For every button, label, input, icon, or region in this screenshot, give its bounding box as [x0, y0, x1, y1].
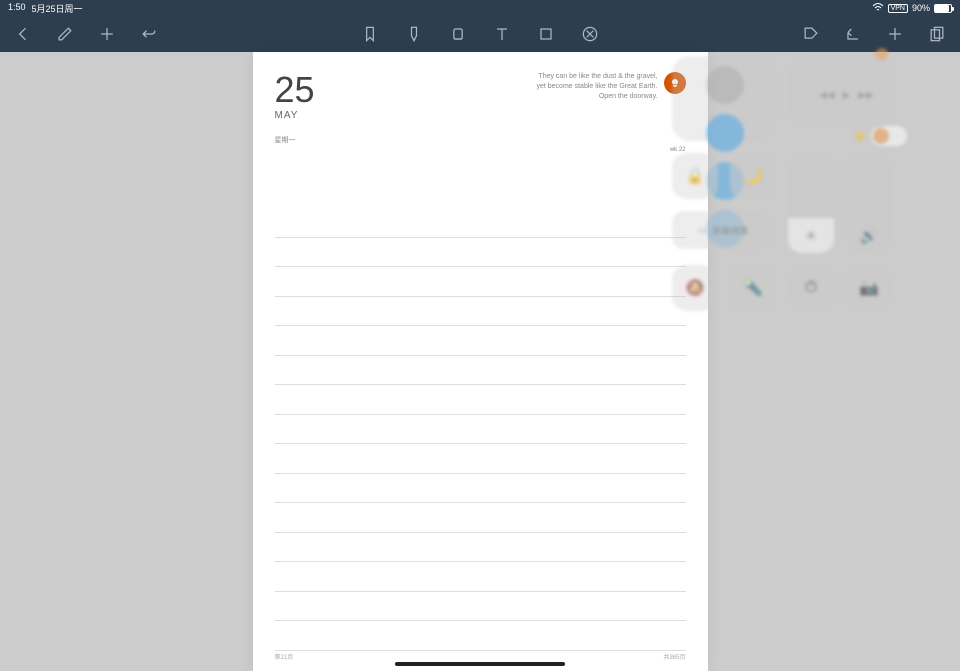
screen-mirror-button[interactable]: ▭ 屏幕镜像	[672, 211, 774, 249]
quote-line3: Open the doorway.	[536, 92, 657, 102]
date-block: 25 MAY 星期一	[275, 72, 315, 145]
media-tile[interactable]: ◀◀ ▶ ▶▶	[789, 56, 894, 128]
status-bar: 1:50 5月25日周一 VPN 90%	[0, 0, 960, 16]
date-day: 25	[275, 72, 315, 108]
plus-icon[interactable]	[884, 23, 906, 45]
lock-icon: 🔒	[685, 166, 705, 186]
more-icon[interactable]	[579, 23, 601, 45]
shape-icon[interactable]	[535, 23, 557, 45]
flashlight-icon: 🔦	[743, 278, 763, 298]
wifi-icon	[872, 2, 884, 15]
mirror-label: 屏幕镜像	[712, 224, 748, 237]
home-indicator[interactable]	[395, 662, 565, 666]
note-page[interactable]: 25 MAY 星期一 They can be like the dust & t…	[253, 52, 708, 671]
eraser-icon[interactable]	[447, 23, 469, 45]
ruled-lines[interactable]	[275, 208, 686, 651]
vpn-badge: VPN	[888, 4, 908, 13]
volume-icon: 🔊	[860, 227, 879, 245]
camera-button[interactable]: 📷	[846, 265, 892, 311]
next-track-icon[interactable]: ▶▶	[858, 90, 873, 101]
flashlight-toggle[interactable]: 🔦	[730, 265, 776, 311]
volume-slider[interactable]: 🔊	[846, 153, 892, 253]
appearance-toggle[interactable]	[871, 126, 907, 146]
footer-right: 共365页	[663, 652, 685, 661]
cellular-toggle[interactable]	[706, 114, 744, 152]
status-time: 1:50	[8, 2, 26, 15]
page-footer: 第21页 共365页	[275, 652, 686, 661]
battery-percent: 90%	[912, 3, 930, 13]
undo-icon[interactable]	[138, 23, 160, 45]
battery-icon	[934, 4, 952, 13]
toolbar	[0, 16, 960, 52]
camera-icon: 📷	[859, 278, 879, 298]
timer-icon: ⏱	[805, 279, 817, 297]
play-icon[interactable]: ▶	[843, 90, 851, 101]
pen-icon[interactable]	[54, 23, 76, 45]
highlighter-icon[interactable]	[403, 23, 425, 45]
quote-block: They can be like the dust & the gravel, …	[536, 72, 685, 101]
rotate-icon[interactable]	[842, 23, 864, 45]
quote-line2: yet become stable like the Great Earth.	[536, 82, 657, 92]
connectivity-tile[interactable]	[672, 56, 777, 141]
add-icon[interactable]	[96, 23, 118, 45]
quote-line1: They can be like the dust & the gravel,	[536, 72, 657, 82]
mirror-icon: ▭	[698, 225, 707, 236]
sun-emoji-icon: ☀️	[853, 130, 867, 143]
tag-icon[interactable]	[800, 23, 822, 45]
bookmark-icon[interactable]	[359, 23, 381, 45]
status-date: 5月25日周一	[32, 2, 83, 15]
text-icon[interactable]	[491, 23, 513, 45]
mute-toggle[interactable]: 🔕	[672, 265, 718, 311]
bell-icon: 🔕	[685, 278, 705, 298]
moon-icon: 🌙	[743, 166, 763, 186]
brightness-icon: ☀	[804, 227, 817, 245]
footer-left: 第21页	[275, 652, 294, 661]
back-icon[interactable]	[12, 23, 34, 45]
do-not-disturb-toggle[interactable]: 🌙	[730, 153, 776, 199]
control-center[interactable]: ☀️ ◀◀ ▶ ▶▶ 🔒 🌙	[672, 56, 922, 323]
brightness-slider[interactable]: ☀	[788, 153, 834, 253]
airplane-toggle[interactable]	[706, 66, 744, 104]
date-weekday: 星期一	[275, 135, 315, 145]
appearance-toggle-row: ☀️	[853, 126, 907, 146]
pages-icon[interactable]	[926, 23, 948, 45]
timer-button[interactable]: ⏱	[788, 265, 834, 311]
date-month: MAY	[275, 110, 315, 121]
prev-track-icon[interactable]: ◀◀	[819, 90, 834, 101]
orientation-lock-toggle[interactable]: 🔒	[672, 153, 718, 199]
